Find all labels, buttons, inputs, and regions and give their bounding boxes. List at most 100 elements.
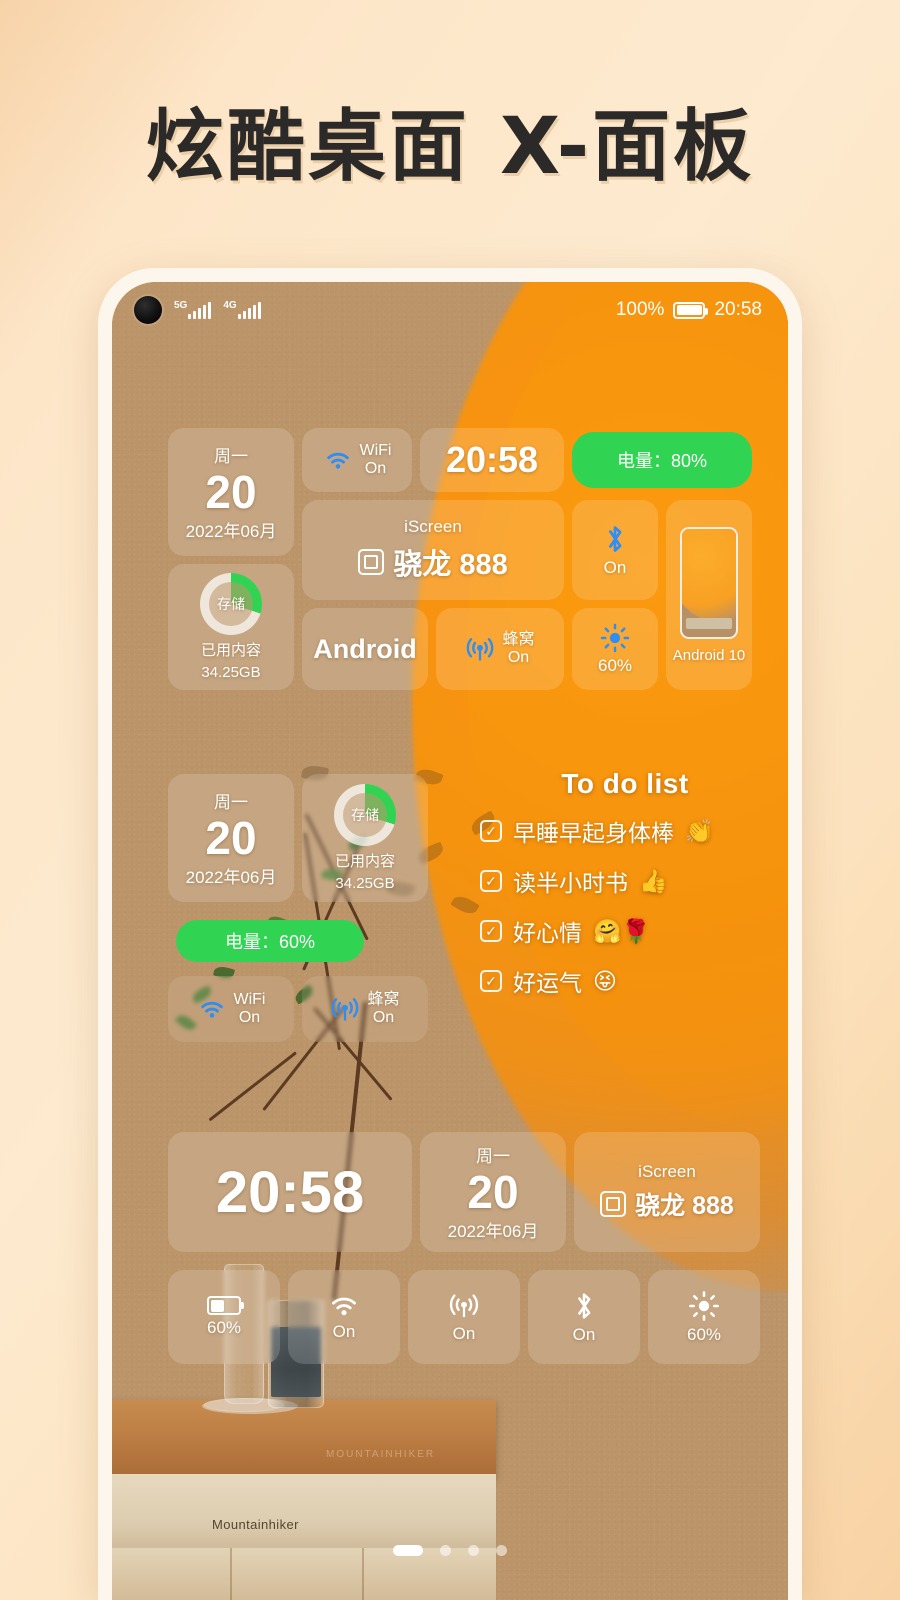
preview-thumbnail xyxy=(680,526,738,639)
todo-title: To do list xyxy=(561,768,689,799)
widget-todo-list[interactable]: To do list ✓ 早睡早起身体棒 👏 ✓ 读半小时书 👍 ✓ 好心情 🤗… xyxy=(480,768,770,998)
widget-date-top[interactable]: 周一 20 2022年06月 xyxy=(168,428,294,556)
date-year-month: 2022年06月 xyxy=(185,522,277,542)
camera-punch-hole-icon xyxy=(134,296,162,324)
widget-bluetooth-top[interactable]: On xyxy=(572,500,658,600)
widget-brightness-top[interactable]: 60% xyxy=(572,608,658,690)
checkbox-icon[interactable]: ✓ xyxy=(480,920,502,942)
signal-bars-icon xyxy=(188,301,212,319)
todo-item-emoji: 😝 xyxy=(593,967,617,994)
date-day: 20 xyxy=(467,1165,519,1218)
status-bar: 5G 4G 100% 20:58 xyxy=(112,282,788,338)
chip-name: 骁龙 888 xyxy=(393,549,508,581)
widget-battery-bar-middle[interactable]: 电量：60% xyxy=(176,920,364,962)
cellular-icon xyxy=(332,998,359,1021)
battery-icon xyxy=(207,1296,244,1315)
date-weekday: 周一 xyxy=(214,792,248,812)
cellular-label: 蜂窝 xyxy=(367,990,400,1008)
date-day: 20 xyxy=(205,465,257,518)
date-year-month: 2022年06月 xyxy=(447,1222,539,1242)
storage-ring-center: 存储 xyxy=(343,793,387,837)
bluetooth-state: On xyxy=(603,557,627,577)
battery-bar-text: 电量：80% xyxy=(616,451,708,471)
cellular-icon xyxy=(467,638,494,661)
clock-time: 20:58 xyxy=(445,439,539,480)
widget-preview-top[interactable]: Android 10 xyxy=(666,500,752,690)
checkbox-icon[interactable]: ✓ xyxy=(480,820,502,842)
storage-ring: 存储 xyxy=(334,784,396,846)
phone-screen: MOUNTAINHIKER Mountainhiker 5G 4G 100% 2… xyxy=(112,282,788,1600)
widget-wifi-middle[interactable]: WiFi On xyxy=(168,976,294,1042)
signal-5g: 5G xyxy=(174,300,212,319)
cellular-label: 蜂窝 xyxy=(502,630,535,648)
toggle-brightness[interactable]: 60% xyxy=(648,1270,760,1364)
todo-item[interactable]: ✓ 读半小时书 👍 xyxy=(480,864,770,898)
widget-wifi-top[interactable]: WiFi On xyxy=(302,428,412,492)
chip-name: 骁龙 888 xyxy=(635,1192,734,1220)
date-weekday: 周一 xyxy=(476,1146,510,1166)
widget-chip-bottom[interactable]: iScreen 骁龙 888 xyxy=(574,1132,760,1252)
page-dot[interactable] xyxy=(468,1545,479,1556)
storage-ring: 存储 xyxy=(200,573,262,635)
wifi-state: On xyxy=(364,460,387,477)
wifi-icon xyxy=(200,1001,223,1018)
cellular-state: On xyxy=(507,649,530,666)
widget-storage-middle[interactable]: 存储 已用内容 34.25GB xyxy=(302,774,428,902)
checkbox-icon[interactable]: ✓ xyxy=(480,870,502,892)
toggle-battery[interactable]: 60% xyxy=(168,1270,280,1364)
widget-chip-top[interactable]: iScreen 骁龙 888 xyxy=(302,500,564,600)
chip-line: 骁龙 888 xyxy=(600,1186,734,1222)
storage-value: 34.25GB xyxy=(201,664,261,681)
widget-date-bottom[interactable]: 周一 20 2022年06月 xyxy=(420,1132,566,1252)
widget-date-middle[interactable]: 周一 20 2022年06月 xyxy=(168,774,294,902)
todo-item-text: 早睡早起身体棒 xyxy=(513,820,674,846)
storage-ring-center: 存储 xyxy=(209,582,253,626)
toggle-wifi[interactable]: On xyxy=(288,1270,400,1364)
chip-title: iScreen xyxy=(404,517,462,536)
network-type-label-5g: 5G xyxy=(174,300,188,311)
table-front xyxy=(112,1474,496,1554)
toggle-bluetooth[interactable]: On xyxy=(528,1270,640,1364)
signal-bars-icon xyxy=(237,301,261,319)
todo-item-text: 读半小时书 xyxy=(513,870,628,896)
widget-os-top[interactable]: Android xyxy=(302,608,428,690)
storage-ring-label: 存储 xyxy=(351,807,379,823)
table-surface xyxy=(112,1400,496,1478)
bluetooth-icon xyxy=(609,525,622,552)
page-dot[interactable] xyxy=(440,1545,451,1556)
widget-clock-bottom[interactable]: 20:58 xyxy=(168,1132,412,1252)
bluetooth-icon xyxy=(578,1292,591,1319)
storage-caption: 已用内容 xyxy=(200,642,261,659)
network-type-label-4g: 4G xyxy=(223,300,237,311)
widget-clock-top[interactable]: 20:58 xyxy=(420,428,564,492)
toggle-label: On xyxy=(452,1323,476,1343)
wifi-text: WiFi On xyxy=(234,991,266,1028)
cpu-icon xyxy=(358,549,385,575)
date-day: 20 xyxy=(205,811,257,864)
wifi-icon xyxy=(326,452,349,469)
todo-item[interactable]: ✓ 好运气 😝 xyxy=(480,964,770,998)
page-indicator xyxy=(112,1545,788,1556)
toggle-label: 60% xyxy=(686,1324,722,1344)
todo-item-text: 好心情 xyxy=(513,920,582,946)
page-dot-active[interactable] xyxy=(393,1545,423,1556)
clock-time: 20:58 xyxy=(215,1159,365,1225)
toggle-label: 60% xyxy=(206,1318,242,1337)
widget-cellular-top[interactable]: 蜂窝 On xyxy=(436,608,564,690)
wifi-text: WiFi On xyxy=(360,442,392,479)
storage-caption: 已用内容 xyxy=(334,853,395,870)
widget-cellular-middle[interactable]: 蜂窝 On xyxy=(302,976,428,1042)
wifi-icon xyxy=(332,1297,356,1316)
todo-item[interactable]: ✓ 好心情 🤗🌹 xyxy=(480,914,770,948)
cpu-icon xyxy=(600,1191,627,1217)
toggle-label: On xyxy=(572,1324,596,1344)
toggle-cellular[interactable]: On xyxy=(408,1270,520,1364)
widget-battery-bar-top[interactable]: 电量：80% xyxy=(572,432,752,488)
widget-storage-top[interactable]: 存储 已用内容 34.25GB xyxy=(168,564,294,690)
page-dot[interactable] xyxy=(496,1545,507,1556)
checkbox-icon[interactable]: ✓ xyxy=(480,970,502,992)
storage-value: 34.25GB xyxy=(335,875,395,892)
signal-4g: 4G xyxy=(223,300,261,319)
todo-item[interactable]: ✓ 早睡早起身体棒 👏 xyxy=(480,814,770,848)
cellular-text: 蜂窝 On xyxy=(367,991,399,1028)
